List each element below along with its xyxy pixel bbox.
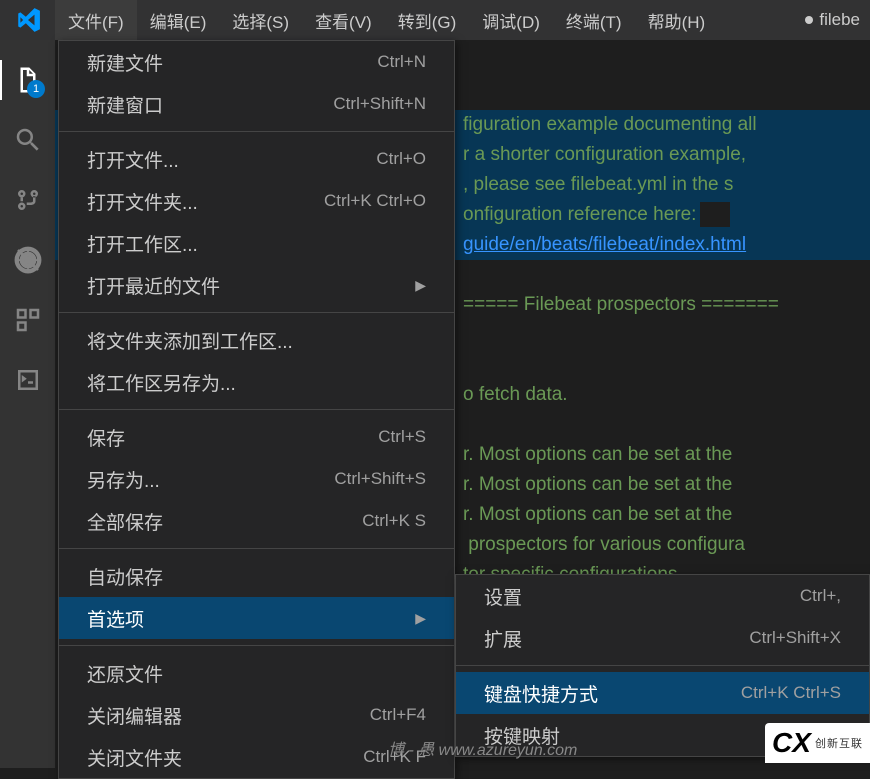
menu-item-shortcut: Ctrl+, xyxy=(800,586,841,606)
menu-item-shortcut: Ctrl+Shift+X xyxy=(749,628,841,648)
menu-item-label: 首选项 xyxy=(87,605,415,632)
file-menu-item[interactable]: 自动保存 xyxy=(59,555,454,597)
file-menu-item[interactable]: 新建文件Ctrl+N xyxy=(59,41,454,83)
prefs-menu-item[interactable]: 设置Ctrl+, xyxy=(456,575,869,617)
extensions-icon[interactable] xyxy=(0,290,55,350)
scm-icon[interactable] xyxy=(0,170,55,230)
menu-terminal[interactable]: 终端(T) xyxy=(553,0,635,40)
menu-item-label: 还原文件 xyxy=(87,660,426,687)
file-menu-item[interactable]: 还原文件 xyxy=(59,652,454,694)
menu-item-label: 打开最近的文件 xyxy=(87,272,415,299)
title-bar: 文件(F) 编辑(E) 选择(S) 查看(V) 转到(G) 调试(D) 终端(T… xyxy=(0,0,870,40)
menu-separator xyxy=(59,409,454,410)
menu-item-shortcut: Ctrl+K S xyxy=(362,511,426,531)
explorer-badge: 1 xyxy=(27,80,45,98)
prefs-menu-item[interactable]: 键盘快捷方式Ctrl+K Ctrl+S xyxy=(456,672,869,714)
file-menu-item[interactable]: 另存为...Ctrl+Shift+S xyxy=(59,458,454,500)
terminal-panel-icon[interactable] xyxy=(0,350,55,410)
menu-debug[interactable]: 调试(D) xyxy=(469,0,553,40)
menu-item-label: 打开文件夹... xyxy=(87,188,324,215)
menu-item-shortcut: Ctrl+Shift+S xyxy=(334,469,426,489)
file-menu-item[interactable]: 全部保存Ctrl+K S xyxy=(59,500,454,542)
menu-separator xyxy=(59,312,454,313)
menu-item-label: 关闭编辑器 xyxy=(87,702,370,729)
menu-item-label: 扩展 xyxy=(484,625,749,652)
modified-dot-icon xyxy=(805,16,813,24)
menu-goto[interactable]: 转到(G) xyxy=(385,0,470,40)
menu-item-label: 关闭文件夹 xyxy=(87,744,363,771)
corner-logo-main: CX xyxy=(772,727,811,759)
file-menu-item[interactable]: 打开工作区... xyxy=(59,222,454,264)
file-menu-item[interactable]: 保存Ctrl+S xyxy=(59,416,454,458)
menu-item-label: 自动保存 xyxy=(87,563,426,590)
file-menu-item[interactable]: 新建窗口Ctrl+Shift+N xyxy=(59,83,454,125)
menu-item-label: 另存为... xyxy=(87,466,334,493)
submenu-arrow-icon: ▶ xyxy=(415,610,426,627)
file-menu-item[interactable]: 首选项▶ xyxy=(59,597,454,639)
submenu-arrow-icon: ▶ xyxy=(415,277,426,294)
menu-item-label: 打开文件... xyxy=(87,146,376,173)
menu-view[interactable]: 查看(V) xyxy=(302,0,385,40)
file-menu-item[interactable]: 将工作区另存为... xyxy=(59,361,454,403)
file-menu-item[interactable]: 关闭文件夹Ctrl+K F xyxy=(59,736,454,778)
title-text: filebe xyxy=(819,10,860,30)
explorer-icon[interactable]: 1 xyxy=(0,50,55,110)
vscode-logo-icon xyxy=(0,7,55,33)
corner-logo-sub: 创新互联 xyxy=(815,735,863,751)
menu-separator xyxy=(59,131,454,132)
file-menu-item[interactable]: 打开最近的文件▶ xyxy=(59,264,454,306)
menu-item-label: 新建文件 xyxy=(87,49,377,76)
file-menu-item[interactable]: 打开文件...Ctrl+O xyxy=(59,138,454,180)
menu-item-shortcut: Ctrl+F4 xyxy=(370,705,426,725)
window-title: filebe xyxy=(805,10,870,30)
menu-item-label: 将文件夹添加到工作区... xyxy=(87,327,426,354)
menu-file[interactable]: 文件(F) xyxy=(55,0,137,40)
menu-item-label: 保存 xyxy=(87,424,378,451)
menu-select[interactable]: 选择(S) xyxy=(219,0,302,40)
menu-help[interactable]: 帮助(H) xyxy=(635,0,719,40)
file-menu-item[interactable]: 将文件夹添加到工作区... xyxy=(59,319,454,361)
menu-item-label: 新建窗口 xyxy=(87,91,333,118)
menu-item-shortcut: Ctrl+Shift+N xyxy=(333,94,426,114)
debug-icon[interactable] xyxy=(0,230,55,290)
menu-separator xyxy=(456,665,869,666)
menu-item-label: 将工作区另存为... xyxy=(87,369,426,396)
menu-item-shortcut: Ctrl+K F xyxy=(363,747,426,767)
search-icon[interactable] xyxy=(0,110,55,170)
activity-bar: 1 xyxy=(0,40,55,768)
menu-item-label: 按键映射 xyxy=(484,722,776,749)
menu-separator xyxy=(59,645,454,646)
menu-item-label: 全部保存 xyxy=(87,508,362,535)
menu-separator xyxy=(59,548,454,549)
corner-logo: CX 创新互联 xyxy=(765,723,870,763)
menu-item-label: 键盘快捷方式 xyxy=(484,680,741,707)
menu-item-shortcut: Ctrl+K Ctrl+S xyxy=(741,683,841,703)
menu-item-shortcut: Ctrl+N xyxy=(377,52,426,72)
menu-item-shortcut: Ctrl+O xyxy=(376,149,426,169)
prefs-menu-item[interactable]: 扩展Ctrl+Shift+X xyxy=(456,617,869,659)
menu-edit[interactable]: 编辑(E) xyxy=(137,0,220,40)
menu-item-shortcut: Ctrl+K Ctrl+O xyxy=(324,191,426,211)
menu-item-label: 打开工作区... xyxy=(87,230,426,257)
menu-item-shortcut: Ctrl+S xyxy=(378,427,426,447)
file-menu-item[interactable]: 关闭编辑器Ctrl+F4 xyxy=(59,694,454,736)
file-menu-dropdown: 新建文件Ctrl+N新建窗口Ctrl+Shift+N打开文件...Ctrl+O打… xyxy=(58,40,455,779)
menu-item-label: 设置 xyxy=(484,583,800,610)
file-menu-item[interactable]: 打开文件夹...Ctrl+K Ctrl+O xyxy=(59,180,454,222)
